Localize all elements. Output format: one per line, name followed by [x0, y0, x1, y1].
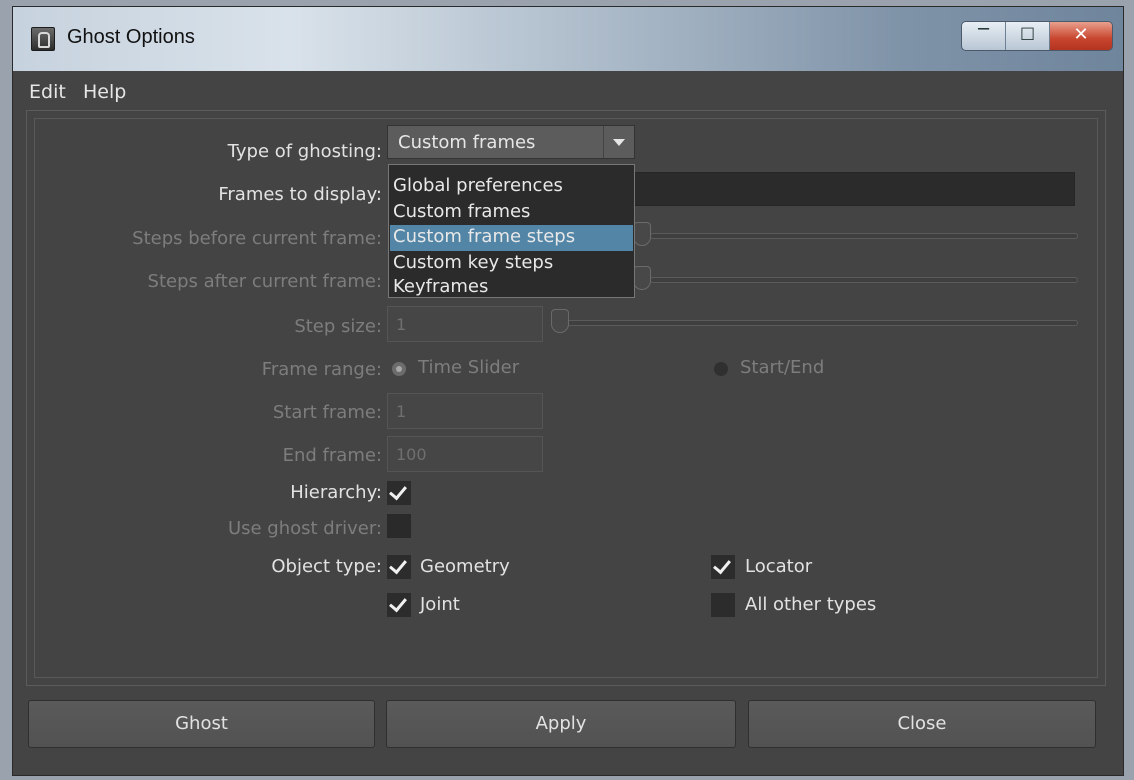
window-controls: ─ □ ✕ [961, 21, 1113, 51]
steps-before-label: Steps before current frame: [132, 228, 382, 249]
start-frame-field[interactable]: 1 [387, 393, 543, 429]
option-keyframes[interactable]: Keyframes [390, 275, 633, 297]
geometry-label: Geometry [420, 556, 510, 577]
ghosting-type-dropdown-list: Global preferences Custom frames Custom … [388, 164, 635, 298]
joint-label: Joint [420, 594, 460, 615]
hierarchy-label: Hierarchy: [290, 482, 382, 503]
start-frame-label: Start frame: [272, 402, 382, 423]
steps-after-slider-handle[interactable] [633, 266, 651, 290]
object-type-label: Object type: [271, 556, 382, 577]
all-other-types-label: All other types [745, 594, 877, 615]
option-custom-frames[interactable]: Custom frames [390, 200, 633, 226]
time-slider-label: Time Slider [418, 357, 520, 378]
close-icon: ✕ [1073, 24, 1089, 45]
ghost-button[interactable]: Ghost [28, 700, 375, 748]
step-size-slider-track[interactable] [567, 320, 1078, 326]
steps-before-slider-handle[interactable] [633, 222, 651, 246]
menu-bar: Edit Help [13, 71, 1123, 113]
start-end-radio[interactable] [714, 362, 728, 376]
minimize-icon: ─ [978, 21, 989, 40]
type-of-ghosting-label: Type of ghosting: [227, 141, 382, 162]
close-window-button[interactable]: ✕ [1050, 22, 1112, 50]
end-frame-value: 100 [396, 445, 427, 464]
ghost-driver-checkbox[interactable] [387, 514, 411, 538]
time-slider-radio[interactable] [392, 362, 406, 376]
type-of-ghosting-select[interactable]: Custom frames [387, 125, 635, 159]
title-bar[interactable]: Ghost Options ─ □ ✕ [13, 7, 1123, 71]
apply-button[interactable]: Apply [386, 700, 736, 748]
joint-checkbox[interactable] [387, 593, 411, 617]
step-size-label: Step size: [294, 316, 382, 337]
frame-range-label: Frame range: [261, 359, 382, 380]
steps-before-slider-track[interactable] [650, 233, 1078, 239]
option-global-preferences[interactable]: Global preferences [390, 174, 633, 200]
step-size-field[interactable]: 1 [387, 306, 543, 342]
steps-after-slider-track[interactable] [650, 277, 1078, 283]
minimize-button[interactable]: ─ [962, 22, 1006, 50]
start-frame-value: 1 [396, 402, 407, 421]
locator-label: Locator [745, 556, 813, 577]
option-custom-frame-steps[interactable]: Custom frame steps [390, 225, 633, 251]
hierarchy-checkbox[interactable] [387, 481, 411, 505]
type-of-ghosting-value: Custom frames [398, 132, 536, 153]
menu-edit[interactable]: Edit [29, 81, 66, 103]
window-title: Ghost Options [67, 26, 195, 48]
end-frame-label: End frame: [282, 445, 382, 466]
start-end-label: Start/End [740, 357, 825, 378]
maximize-button[interactable]: □ [1006, 22, 1050, 50]
ghost-driver-label: Use ghost driver: [227, 518, 382, 539]
menu-help[interactable]: Help [83, 81, 126, 103]
step-size-slider-handle[interactable] [551, 309, 569, 333]
frames-to-display-field[interactable] [633, 172, 1075, 206]
close-button[interactable]: Close [748, 700, 1096, 748]
maximize-icon: □ [1019, 23, 1036, 42]
end-frame-field[interactable]: 100 [387, 436, 543, 472]
option-custom-key-steps[interactable]: Custom key steps [390, 251, 633, 277]
locator-checkbox[interactable] [711, 555, 735, 579]
ghost-app-icon [31, 27, 55, 51]
chevron-down-icon[interactable] [603, 126, 634, 158]
geometry-checkbox[interactable] [387, 555, 411, 579]
all-other-types-checkbox[interactable] [711, 593, 735, 617]
step-size-value: 1 [396, 315, 407, 334]
frames-to-display-label: Frames to display: [218, 184, 382, 205]
steps-after-label: Steps after current frame: [147, 271, 382, 292]
